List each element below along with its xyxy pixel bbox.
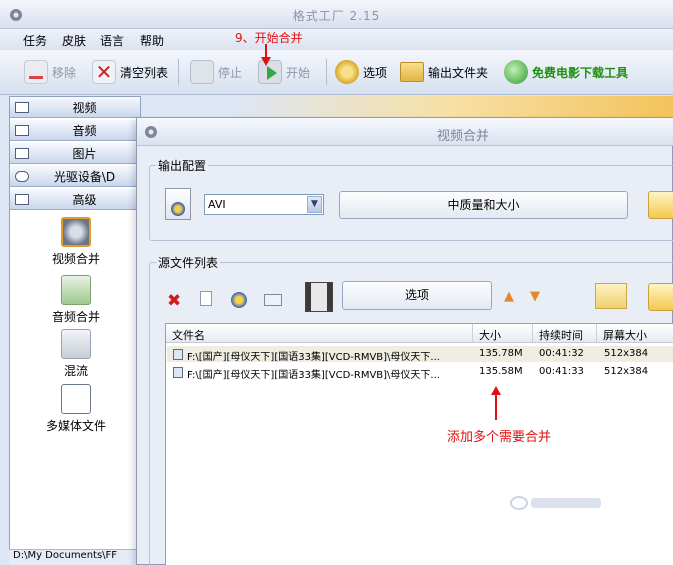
disc-icon	[15, 170, 29, 182]
remove-file-icon[interactable]	[200, 291, 212, 306]
audio-icon	[15, 124, 29, 136]
category-audio[interactable]: 音频	[10, 120, 140, 141]
annotation-note: 添加多个需要合并	[447, 430, 552, 445]
menu-skin[interactable]: 皮肤	[62, 32, 86, 49]
window-title: 格式工厂 2.15	[292, 9, 381, 23]
dialog-title: 视频合并	[437, 129, 490, 144]
category-image[interactable]: 图片	[10, 143, 140, 164]
list-options-button[interactable]: 选项	[342, 281, 492, 310]
category-panel: 视频 音频 图片 光驱设备\D 高级 视频合并 音频合并 混流 多媒体文件	[9, 96, 141, 565]
folder-icon	[400, 62, 424, 82]
gear-icon	[335, 60, 359, 84]
image-icon	[15, 147, 29, 159]
tool-video-merge[interactable]: 视频合并	[10, 217, 142, 267]
toolbar-separator	[326, 59, 327, 85]
advanced-icon	[15, 193, 29, 205]
video-file-icon	[173, 349, 183, 360]
checklist-icon	[61, 384, 91, 414]
column-resolution[interactable]: 屏幕大小	[597, 324, 673, 343]
annotation-up-arrow-icon	[491, 386, 501, 420]
title-bar: 格式工厂 2.15	[0, 0, 673, 29]
remove-button[interactable]: 移除	[24, 58, 76, 86]
output-folder-button[interactable]: 输出文件夹	[400, 58, 488, 86]
menu-language[interactable]: 语言	[100, 32, 124, 49]
clear-icon: ✕	[92, 60, 116, 84]
column-filename[interactable]: 文件名	[166, 324, 473, 343]
table-row[interactable]: F:\[国产][母仪天下][国语33集][VCD-RMVB]\母仪天下... 1…	[167, 346, 673, 363]
menu-task[interactable]: 任务	[23, 32, 47, 49]
chevron-down-icon[interactable]: ▼	[307, 196, 322, 213]
globe-icon	[504, 60, 528, 84]
quality-size-button[interactable]: 中质量和大小	[339, 191, 628, 219]
table-row[interactable]: F:\[国产][母仪天下][国语33集][VCD-RMVB]\母仪天下... 1…	[167, 364, 673, 381]
menu-bar: 任务 皮肤 语言 帮助	[0, 29, 673, 50]
remove-icon	[24, 60, 48, 84]
mux-icon	[61, 329, 91, 359]
toolbar: 移除 ✕ 清空列表 停止 开始 选项 输出文件夹 免费电影下载工具	[0, 50, 673, 95]
category-advanced[interactable]: 高级	[10, 189, 140, 210]
tool-audio-merge[interactable]: 音频合并	[10, 275, 142, 325]
source-list-title: 源文件列表	[156, 254, 221, 271]
menu-help[interactable]: 帮助	[140, 32, 164, 49]
options-button[interactable]: 选项	[335, 58, 387, 86]
category-video[interactable]: 视频	[10, 97, 140, 118]
video-merge-dialog: 视频合并 输出配置 AVI ▼ 中质量和大小 源文件列表 ✖ 选项 ▲ ▼ 文件…	[136, 117, 673, 565]
video-merge-icon	[61, 217, 91, 247]
media-player-icon[interactable]	[231, 292, 247, 308]
column-duration[interactable]: 持续时间	[533, 324, 597, 343]
status-path: D:\My Documents\FF	[9, 549, 149, 565]
watermark-logo	[509, 493, 609, 517]
column-size[interactable]: 大小	[473, 324, 533, 343]
stop-button[interactable]: 停止	[190, 58, 242, 86]
add-file-button[interactable]	[648, 283, 673, 311]
delete-icon[interactable]: ✖	[167, 291, 181, 311]
stop-icon	[190, 60, 214, 84]
output-settings-button[interactable]	[648, 191, 673, 219]
free-movie-download-button[interactable]: 免费电影下载工具	[504, 58, 628, 86]
film-icon[interactable]	[305, 282, 333, 312]
dialog-app-icon	[143, 124, 159, 140]
avi-file-icon	[165, 188, 191, 220]
output-config-title: 输出配置	[156, 157, 209, 174]
dialog-title-bar: 视频合并	[137, 118, 673, 146]
toolbar-separator	[178, 59, 179, 85]
move-up-icon[interactable]: ▲	[504, 289, 514, 304]
clear-list-button[interactable]: ✕ 清空列表	[92, 58, 168, 86]
info-card-icon[interactable]	[264, 294, 282, 306]
audio-merge-icon	[61, 275, 91, 305]
annotation-arrow-icon	[261, 44, 271, 66]
file-list[interactable]: 文件名 大小 持续时间 屏幕大小 F:\[国产][母仪天下][国语33集][VC…	[165, 323, 673, 565]
tool-media-info[interactable]: 多媒体文件	[10, 384, 142, 434]
format-select[interactable]: AVI ▼	[204, 194, 324, 215]
video-icon	[15, 101, 29, 113]
move-down-icon[interactable]: ▼	[530, 289, 540, 304]
tool-mux[interactable]: 混流	[10, 329, 142, 379]
add-folder-icon[interactable]	[595, 283, 627, 309]
video-file-icon	[173, 367, 183, 378]
category-disc[interactable]: 光驱设备\D	[10, 166, 140, 187]
